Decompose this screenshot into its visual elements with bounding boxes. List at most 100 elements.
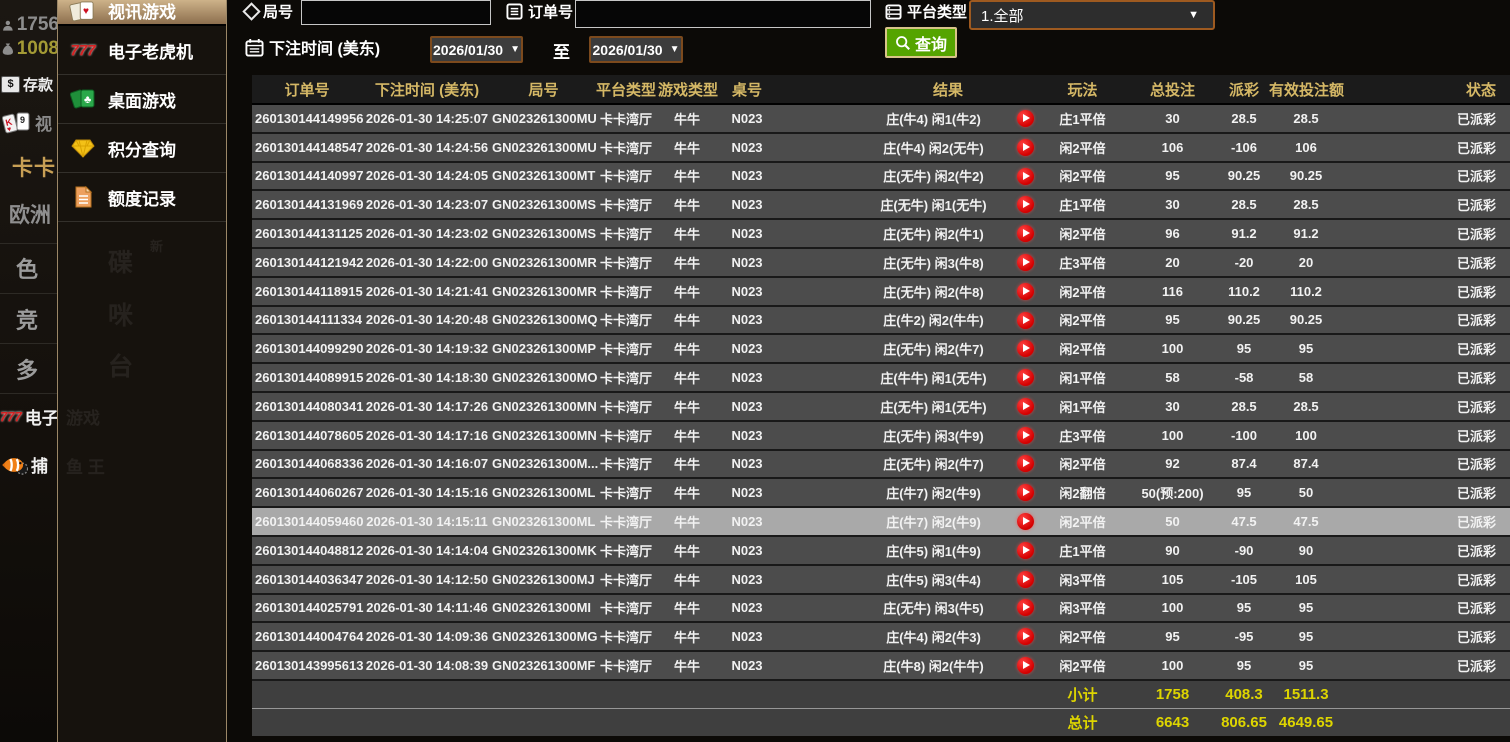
replay-play-icon[interactable] <box>1017 312 1034 329</box>
table-row[interactable]: 260130144131969 2026-01-30 14:23:07 GN02… <box>252 190 1510 219</box>
cell-platform: 卡卡湾厅 <box>595 334 657 363</box>
table-row[interactable]: 260130144025791 2026-01-30 14:11:46 GN02… <box>252 594 1510 623</box>
cell-order-id: 260130144131969 <box>252 190 362 219</box>
menu-item-label: 额度记录 <box>108 185 176 210</box>
round-id-input[interactable] <box>301 0 491 25</box>
table-row[interactable]: 260130144078605 2026-01-30 14:17:16 GN02… <box>252 421 1510 450</box>
cell-payout: 110.2 <box>1220 277 1268 306</box>
replay-play-icon[interactable] <box>1017 427 1034 444</box>
table-row[interactable]: 260130144131125 2026-01-30 14:23:02 GN02… <box>252 219 1510 248</box>
table-row[interactable]: 260130144121942 2026-01-30 14:22:00 GN02… <box>252 248 1510 277</box>
header-game-type: 游戏类型 <box>657 75 717 104</box>
table-row[interactable]: 260130144036347 2026-01-30 14:12:50 GN02… <box>252 565 1510 594</box>
replay-play-icon[interactable] <box>1017 369 1034 386</box>
date-to-picker[interactable]: 2026/01/30 ▼ <box>589 36 683 63</box>
cell-table-no: N023 <box>717 104 777 133</box>
menu-item-credit-records[interactable]: 额度记录 <box>58 173 226 222</box>
table-row[interactable]: 260130144048812 2026-01-30 14:14:04 GN02… <box>252 536 1510 565</box>
cell-platform: 卡卡湾厅 <box>595 363 657 392</box>
cell-order-id: 260130144118915 <box>252 277 362 306</box>
menu-item-points-query[interactable]: 积分查询 <box>58 124 226 173</box>
sidebar-item-fishing[interactable]: 捕 <box>0 452 57 477</box>
replay-play-icon[interactable] <box>1017 110 1034 127</box>
deposit-button[interactable]: $ 存款 <box>1 74 57 95</box>
platform-type-select[interactable]: 1.全部 ▼ <box>969 0 1215 30</box>
order-id-input[interactable] <box>575 0 871 28</box>
replay-play-icon[interactable] <box>1017 571 1034 588</box>
header-table-no: 桌号 <box>717 75 777 104</box>
replay-play-icon[interactable] <box>1017 168 1034 185</box>
replay-play-icon[interactable] <box>1017 484 1034 501</box>
subtotal-payout: 408.3 <box>1220 680 1268 709</box>
sidebar-item-video[interactable]: K♥ 9 视 <box>2 110 57 135</box>
cell-round-id: GN023261300MI <box>492 594 595 623</box>
table-row[interactable]: 260130144059460 2026-01-30 14:15:11 GN02… <box>252 507 1510 536</box>
svg-text:9: 9 <box>20 115 25 125</box>
table-row[interactable]: 260130144068336 2026-01-30 14:16:07 GN02… <box>252 450 1510 479</box>
cell-total-bet: 100 <box>1125 594 1220 623</box>
replay-play-icon[interactable] <box>1017 340 1034 357</box>
sidebar-item-sedie[interactable]: 色 <box>16 252 57 284</box>
table-row[interactable]: 260130144118915 2026-01-30 14:21:41 GN02… <box>252 277 1510 306</box>
date-range-to-label: 至 <box>553 38 570 63</box>
sidebar-item-jingmi[interactable]: 竞 <box>16 303 57 335</box>
cell-play <box>1010 133 1040 162</box>
sidebar-item-kaka[interactable]: 卡卡 <box>12 152 57 182</box>
cell-play <box>1010 651 1040 680</box>
cell-play-type: 闲2平倍 <box>1040 277 1125 306</box>
subtotal-label: 小计 <box>1040 680 1125 709</box>
cell-total-bet: 95 <box>1125 162 1220 191</box>
sidebar-item-europe[interactable]: 欧洲 <box>9 199 57 229</box>
menu-item-label: 桌面游戏 <box>108 87 176 112</box>
replay-play-icon[interactable] <box>1017 513 1034 530</box>
date-from-picker[interactable]: 2026/01/30 ▼ <box>430 36 523 63</box>
replay-play-icon[interactable] <box>1017 225 1034 242</box>
round-id-label: 局号 <box>245 1 293 22</box>
replay-play-icon[interactable] <box>1017 542 1034 559</box>
replay-play-icon[interactable] <box>1017 196 1034 213</box>
cell-result: 庄(牛牛) 闲1(无牛) <box>777 363 1010 392</box>
replay-play-icon[interactable] <box>1017 139 1034 156</box>
cell-game-type: 牛牛 <box>657 133 717 162</box>
table-row[interactable]: 260130144004764 2026-01-30 14:09:36 GN02… <box>252 622 1510 651</box>
replay-play-icon[interactable] <box>1017 599 1034 616</box>
table-row[interactable]: 260130144099290 2026-01-30 14:19:32 GN02… <box>252 334 1510 363</box>
cell-total-bet: 92 <box>1125 450 1220 479</box>
replay-play-icon[interactable] <box>1017 657 1034 674</box>
table-row[interactable]: 260130144089915 2026-01-30 14:18:30 GN02… <box>252 363 1510 392</box>
cell-status: 已派彩 <box>1344 277 1510 306</box>
menu-item-slots[interactable]: 777 电子老虎机 <box>58 26 226 75</box>
table-row[interactable]: 260130144148547 2026-01-30 14:24:56 GN02… <box>252 133 1510 162</box>
cell-total-bet: 90 <box>1125 536 1220 565</box>
table-row[interactable]: 260130144140997 2026-01-30 14:24:05 GN02… <box>252 162 1510 191</box>
cell-play-type: 闲1平倍 <box>1040 392 1125 421</box>
table-row[interactable]: 260130144149956 2026-01-30 14:25:07 GN02… <box>252 104 1510 133</box>
table-row[interactable]: 260130143995613 2026-01-30 14:08:39 GN02… <box>252 651 1510 680</box>
replay-play-icon[interactable] <box>1017 455 1034 472</box>
cell-status: 已派彩 <box>1344 248 1510 277</box>
total-total-bet: 6643 <box>1125 708 1220 736</box>
menu-item-video-games[interactable]: ♥ 视讯游戏 <box>58 0 226 26</box>
ghost-nav-duotai: 台 <box>108 347 133 383</box>
dollar-icon: $ <box>1 76 20 93</box>
cell-payout: 90.25 <box>1220 306 1268 335</box>
table-row[interactable]: 260130144111334 2026-01-30 14:20:48 GN02… <box>252 306 1510 335</box>
sidebar-item-egames[interactable]: 777 电子 <box>0 404 57 429</box>
cell-status: 已派彩 <box>1344 162 1510 191</box>
sidebar-item-duotai[interactable]: 多 <box>16 353 57 385</box>
search-button[interactable]: 查询 <box>885 27 957 58</box>
replay-play-icon[interactable] <box>1017 254 1034 271</box>
cell-round-id: GN023261300MR <box>492 277 595 306</box>
cell-total-bet: 100 <box>1125 651 1220 680</box>
table-row[interactable]: 260130144060267 2026-01-30 14:15:16 GN02… <box>252 478 1510 507</box>
replay-play-icon[interactable] <box>1017 283 1034 300</box>
diamond-icon <box>242 2 260 20</box>
replay-play-icon[interactable] <box>1017 628 1034 645</box>
table-row[interactable]: 260130144080341 2026-01-30 14:17:26 GN02… <box>252 392 1510 421</box>
cell-result: 庄(无牛) 闲1(无牛) <box>777 190 1010 219</box>
cell-status: 已派彩 <box>1344 104 1510 133</box>
menu-item-table-games[interactable]: ♣ 桌面游戏 <box>58 75 226 124</box>
cell-bet-time: 2026-01-30 14:20:48 <box>362 306 492 335</box>
cell-result: 庄(无牛) 闲2(牛2) <box>777 162 1010 191</box>
replay-play-icon[interactable] <box>1017 398 1034 415</box>
